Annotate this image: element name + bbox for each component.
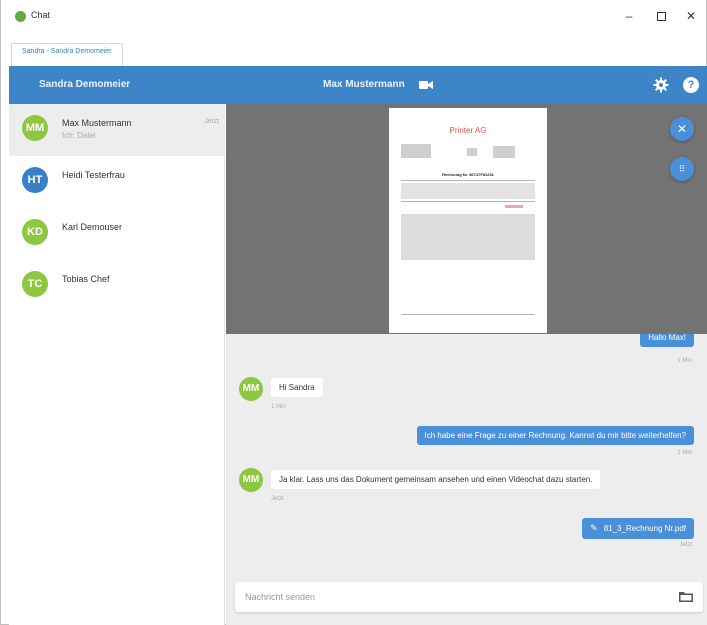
document-line <box>401 180 535 181</box>
grid-view-button[interactable]: ⠿ <box>670 157 694 181</box>
attachment-icon: ✎ <box>590 523 598 533</box>
minimize-button[interactable]: – <box>618 6 640 26</box>
message-composer <box>235 582 703 612</box>
document-meta-block <box>493 146 515 158</box>
avatar: KD <box>22 219 48 245</box>
message-time: 1 Min <box>677 450 692 456</box>
contact-item-heidi[interactable]: HT Heidi Testerfrau <box>9 156 225 208</box>
document-line <box>401 201 535 202</box>
avatar: HT <box>22 167 48 193</box>
document-address-block <box>401 144 431 158</box>
message-avatar: MM <box>239 468 263 492</box>
tab-sandra[interactable]: Sandra - Sandra Demomeier <box>11 43 123 66</box>
document-footer-line <box>401 314 535 315</box>
message-list: Hallo Max! 1 Min MM Hi Sandra 1 Min Ich … <box>226 334 707 574</box>
message-avatar: MM <box>239 377 263 401</box>
help-icon[interactable]: ? <box>683 77 699 93</box>
document-table <box>401 183 535 199</box>
document-company: Printer AG <box>449 126 487 135</box>
conversation-panel: Printer AG Rechnung Nr. 86747F81231 ✕ ⠿ … <box>226 104 707 625</box>
document-page: Printer AG Rechnung Nr. 86747F81231 <box>389 108 547 333</box>
message-time: Jetzt <box>271 496 284 502</box>
message-attachment[interactable]: ✎ 81_3_Rechnung Nr.pdf <box>582 518 694 539</box>
message-time: 1 Min <box>677 358 692 364</box>
maximize-button[interactable] <box>650 6 672 26</box>
gear-icon[interactable] <box>653 77 669 93</box>
message-input[interactable] <box>245 589 665 605</box>
message-time: 1 Min <box>271 404 286 410</box>
contact-last-message: Ich: Datei <box>62 131 96 140</box>
contact-name: Max Mustermann <box>62 118 132 128</box>
title-bar: Chat – ✕ <box>1 0 706 34</box>
contact-name: Tobias Chef <box>62 274 110 284</box>
window-title: Chat <box>31 10 51 20</box>
contact-item-tobias[interactable]: TC Tobias Chef <box>9 260 225 312</box>
contact-list: MM Max Mustermann Ich: Datei Jetzt HT He… <box>9 104 225 625</box>
document-heading: Rechnung Nr. 86747F81231 <box>442 172 494 177</box>
app-icon <box>15 11 26 22</box>
close-window-button[interactable]: ✕ <box>680 6 702 26</box>
contact-name: Karl Demouser <box>62 222 123 232</box>
message-time: Jetzt <box>679 542 692 548</box>
message-outgoing: Ich habe eine Frage zu einer Rechnung. K… <box>416 426 694 445</box>
document-body-text <box>401 214 535 260</box>
message-outgoing: Hallo Max! <box>640 334 694 347</box>
document-total <box>505 205 523 208</box>
contact-name: Heidi Testerfrau <box>62 170 125 180</box>
message-incoming: Ja klar. Lass uns das Dokument gemeinsam… <box>271 470 601 489</box>
document-viewer[interactable]: Printer AG Rechnung Nr. 86747F81231 ✕ ⠿ <box>226 104 707 334</box>
close-document-button[interactable]: ✕ <box>670 117 694 141</box>
chat-partner-name: Max Mustermann <box>323 79 405 90</box>
avatar: TC <box>22 271 48 297</box>
contact-time: Jetzt <box>204 118 219 125</box>
tab-bar: Sandra - Sandra Demomeier <box>1 34 706 66</box>
contact-item-karl[interactable]: KD Karl Demouser <box>9 208 225 260</box>
attachment-filename: 81_3_Rechnung Nr.pdf <box>603 524 686 533</box>
video-icon[interactable] <box>419 80 433 90</box>
document-logo-block <box>467 148 477 156</box>
app-header: Sandra Demomeier Max Mustermann ? <box>9 66 707 104</box>
avatar: MM <box>22 115 48 141</box>
folder-icon[interactable] <box>679 590 693 602</box>
maximize-icon <box>656 12 666 22</box>
contact-item-max[interactable]: MM Max Mustermann Ich: Datei Jetzt <box>9 104 225 156</box>
chat-window: Chat – ✕ Sandra - Sandra Demomeier Sandr… <box>0 0 707 625</box>
current-user-name: Sandra Demomeier <box>39 79 131 90</box>
message-incoming: Hi Sandra <box>271 378 323 397</box>
